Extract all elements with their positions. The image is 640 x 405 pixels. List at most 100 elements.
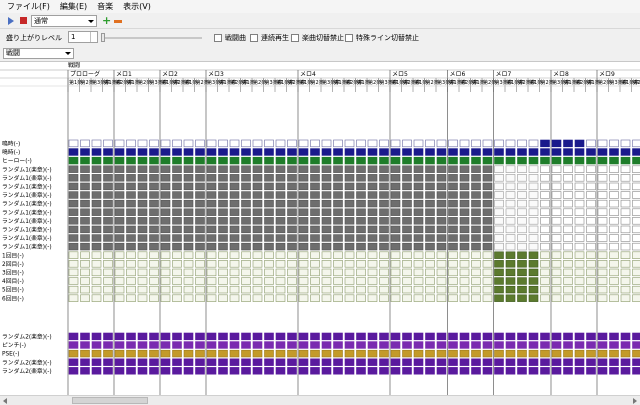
track-cell [517, 332, 527, 341]
track-cell [218, 332, 228, 341]
track-cell [528, 242, 539, 251]
track-cell [218, 174, 228, 182]
track-cell [413, 341, 424, 349]
track-cell [367, 191, 378, 199]
track-cell [390, 268, 401, 277]
track-cell [91, 208, 102, 216]
track-cell [137, 358, 148, 366]
track-cell [586, 182, 596, 191]
track-cell [620, 191, 631, 199]
track-cell [172, 242, 182, 251]
track-cell [91, 242, 102, 251]
spinner-arrows-icon[interactable] [90, 32, 97, 42]
track-cell [448, 148, 458, 156]
track-cell [505, 358, 516, 366]
track-cell [114, 165, 125, 173]
track-cell [183, 225, 194, 234]
track-cell [425, 191, 435, 199]
track-cell [195, 199, 205, 208]
track-cell [436, 165, 447, 173]
track-cell [91, 285, 102, 294]
stop-icon[interactable] [20, 17, 27, 24]
track-cell [632, 174, 640, 182]
track-cell [80, 182, 90, 191]
minus-icon[interactable] [114, 20, 122, 23]
checkbox-no-switch[interactable]: 楽曲切替禁止 [291, 33, 344, 43]
plus-icon[interactable]: + [102, 15, 111, 27]
track-cell [160, 225, 171, 234]
track-cell [252, 182, 263, 191]
menu-edit[interactable]: 編集(E) [55, 1, 92, 12]
track-cell [114, 260, 125, 268]
track-cell [448, 268, 458, 277]
track-cell [206, 165, 217, 173]
track-cell [390, 225, 401, 234]
checkbox-box[interactable] [345, 34, 353, 42]
menu-view[interactable]: 表示(V) [118, 1, 156, 12]
track-cell [114, 234, 125, 242]
mode-dropdown[interactable]: 通常 [31, 15, 97, 27]
scroll-left-icon[interactable] [3, 398, 7, 404]
menu-file[interactable]: ファイル(F) [2, 1, 55, 12]
track-cell [310, 174, 320, 182]
scroll-right-icon[interactable] [633, 398, 637, 404]
checkbox-box[interactable] [214, 34, 222, 42]
track-cell [264, 294, 274, 302]
checkbox-label: 連続再生 [261, 34, 289, 42]
section-dropdown[interactable]: 戦闘 [3, 48, 74, 59]
track-cell [436, 260, 447, 268]
track-cell [609, 174, 619, 182]
checkbox-box[interactable] [291, 34, 299, 42]
track-cell [137, 156, 148, 165]
track-cell [114, 182, 125, 191]
track-cell [597, 191, 608, 199]
track-grid-canvas[interactable]: 戦闘プロローグ メロ1 メロ2 メロ3 メロ4 メロ5 メロ6 メロ7 メロ8 メロ9第1楽第2楽… [0, 62, 640, 395]
track-cell [632, 217, 640, 225]
track-cell [310, 165, 320, 173]
play-icon[interactable] [8, 17, 14, 25]
track-cell [114, 217, 125, 225]
track-cell [229, 234, 240, 242]
track-cell [436, 242, 447, 251]
track-cell [379, 182, 389, 191]
checkbox-box[interactable] [250, 34, 258, 42]
track-cell [218, 139, 228, 148]
track-cell [425, 139, 435, 148]
track-cell [505, 165, 516, 173]
track-cell [149, 285, 159, 294]
track-cell [390, 139, 401, 148]
track-cell [344, 277, 355, 285]
track-cell [80, 260, 90, 268]
checkbox-battle[interactable]: 戦闘曲 [214, 33, 246, 43]
level-slider-thumb[interactable] [101, 33, 105, 42]
track-cell [172, 358, 182, 366]
track-label: ランダム1(楽章)(-) [2, 165, 52, 173]
track-cell [172, 208, 182, 216]
checkbox-no-special-line[interactable]: 特殊ライン切替禁止 [345, 33, 419, 43]
checkbox-continuous[interactable]: 連続再生 [250, 33, 289, 43]
track-cell [241, 234, 251, 242]
track-cell [528, 358, 539, 366]
track-cell [80, 242, 90, 251]
level-slider-track[interactable] [102, 37, 202, 39]
scrollbar-thumb[interactable] [72, 397, 148, 404]
track-cell [241, 217, 251, 225]
track-cell [597, 341, 608, 349]
level-spinner[interactable]: 1 [68, 31, 98, 43]
track-cell [448, 225, 458, 234]
track-cell [126, 234, 136, 242]
horizontal-scrollbar[interactable] [0, 395, 640, 405]
track-cell [471, 208, 481, 216]
track-cell [459, 358, 470, 366]
track-cell [321, 217, 332, 225]
track-cell [597, 174, 608, 182]
track-cell [137, 251, 148, 259]
track-cell [609, 208, 619, 216]
track-cell [241, 174, 251, 182]
track-cell [183, 260, 194, 268]
track-cell [528, 217, 539, 225]
menu-music[interactable]: 音楽 [92, 1, 118, 12]
track-cell [574, 294, 585, 302]
track-cell [114, 367, 125, 375]
track-cell [68, 208, 79, 216]
